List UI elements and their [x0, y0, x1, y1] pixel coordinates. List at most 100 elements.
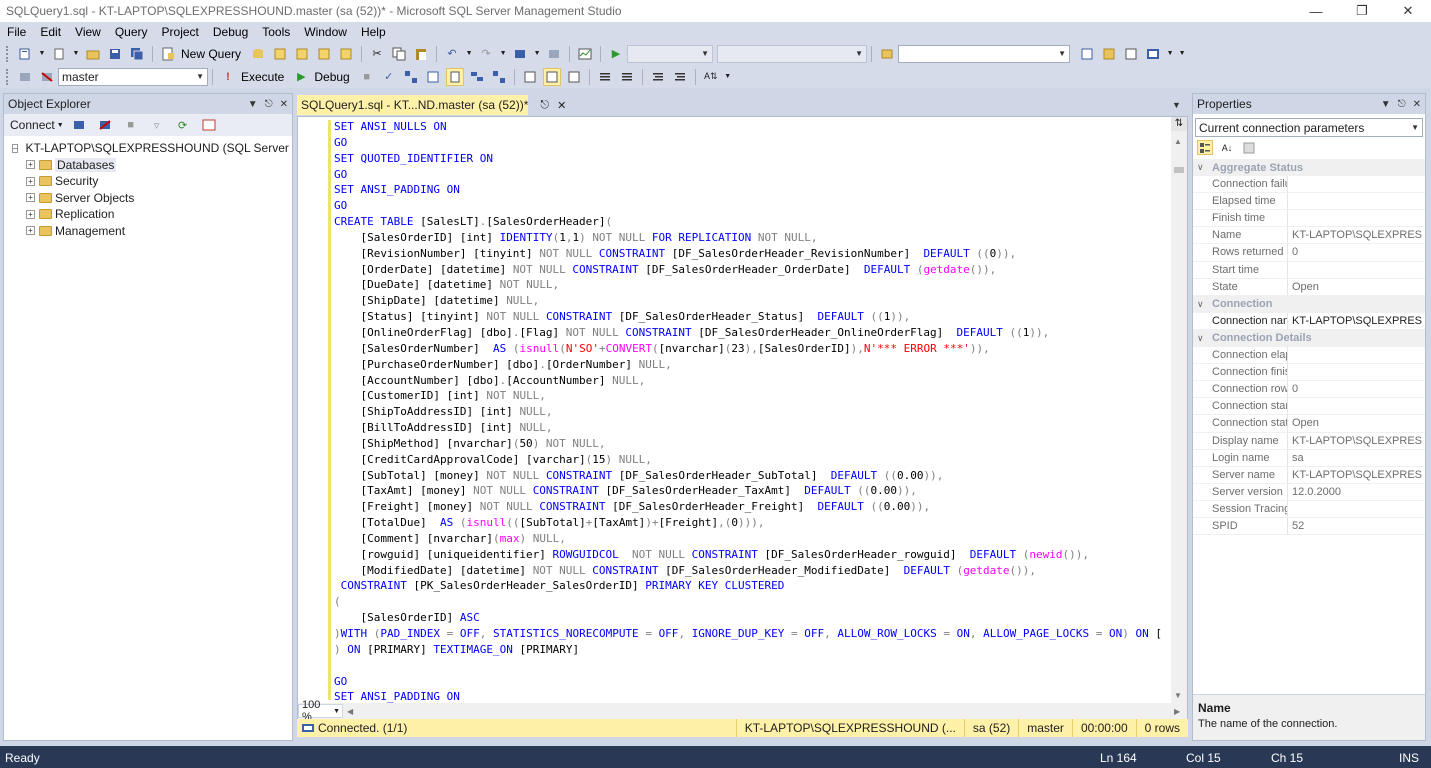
property-row[interactable]: Session Tracing ID [1193, 500, 1425, 518]
expand-icon[interactable]: + [26, 193, 35, 203]
template-explorer-icon[interactable] [1122, 45, 1140, 63]
filter-icon[interactable]: ▿ [148, 116, 166, 134]
stop-icon[interactable]: ■ [122, 116, 140, 134]
dropdown-arrow-icon[interactable]: ▼ [1166, 45, 1174, 63]
property-category[interactable]: ∨ Aggregate Status [1193, 159, 1425, 177]
query-options-icon[interactable] [445, 67, 464, 86]
collapse-category-icon[interactable]: ∨ [1197, 162, 1212, 173]
code-line[interactable]: [ShipToAddressID] [int] NULL, [334, 404, 1170, 420]
toolbar-grip[interactable] [6, 45, 10, 62]
new-file-icon[interactable] [50, 45, 68, 63]
undo-icon[interactable]: ↶ [443, 45, 461, 63]
display-estimated-plan-icon[interactable] [402, 68, 420, 86]
property-row[interactable]: Start time [1193, 261, 1425, 279]
include-actual-plan-icon[interactable] [490, 68, 508, 86]
minimize-icon[interactable]: — [1293, 0, 1339, 22]
uncomment-icon[interactable] [671, 68, 689, 86]
connect-object-explorer-icon[interactable] [70, 116, 88, 134]
tree-node-replication[interactable]: + Replication [4, 206, 292, 223]
tree-node-security[interactable]: + Security [4, 173, 292, 190]
new-project-icon[interactable] [16, 45, 34, 63]
close-panel-icon[interactable]: ✕ [1413, 99, 1421, 110]
code-line[interactable]: ) ON [PRIMARY] TEXTIMAGE_ON [PRIMARY] [334, 642, 1170, 658]
code-line[interactable]: [OnlineOrderFlag] [dbo].[Flag] NOT NULL … [334, 325, 1170, 341]
code-line[interactable]: SET ANSI_PADDING ON [334, 182, 1170, 198]
menu-tools[interactable]: Tools [255, 25, 297, 39]
code-line[interactable]: GO [334, 674, 1170, 690]
new-query-button[interactable]: New Query [181, 47, 241, 61]
connect-button[interactable]: Connect ▼ [10, 118, 64, 132]
property-row[interactable]: Login name sa [1193, 449, 1425, 467]
code-area[interactable]: SET ANSI_NULLS ON GO SET QUOTED_IDENTIFIER… [334, 119, 1170, 703]
code-line[interactable] [334, 658, 1170, 674]
panel-menu-icon[interactable]: ▼ [248, 99, 258, 110]
property-row[interactable]: Connection elapse [1193, 347, 1425, 365]
menu-help[interactable]: Help [354, 25, 393, 39]
refresh-icon[interactable]: ⟳ [174, 116, 192, 134]
tree-node-server-objects[interactable]: + Server Objects [4, 190, 292, 207]
code-line[interactable]: [AccountNumber] [dbo].[AccountNumber] NU… [334, 373, 1170, 389]
dropdown-arrow-icon[interactable]: ▼ [72, 45, 80, 63]
properties-window-icon[interactable] [1144, 45, 1162, 63]
debug-icon[interactable]: ▶ [292, 68, 310, 86]
code-line[interactable]: SET ANSI_PADDING ON [334, 689, 1170, 703]
registered-servers-icon[interactable] [1078, 45, 1096, 63]
redo-icon[interactable]: ↷ [477, 45, 495, 63]
tree-node-management[interactable]: + Management [4, 223, 292, 240]
menu-project[interactable]: Project [155, 25, 206, 39]
comment-out-icon[interactable] [649, 68, 667, 86]
code-line[interactable]: ( [334, 594, 1170, 610]
save-icon[interactable] [106, 45, 124, 63]
collapse-category-icon[interactable]: ∨ [1197, 299, 1212, 310]
code-line[interactable]: CONSTRAINT [PK_SalesOrderHeader_SalesOrd… [334, 578, 1170, 594]
property-row[interactable]: Rows returned 0 [1193, 244, 1425, 262]
tree-node-databases[interactable]: + Databases [4, 157, 292, 174]
scroll-right-icon[interactable]: ▶ [1174, 707, 1180, 716]
categorized-icon[interactable] [1197, 140, 1213, 155]
code-line[interactable]: [RevisionNumber] [tinyint] NOT NULL CONS… [334, 246, 1170, 262]
specify-template-values-icon[interactable]: A⇅ [702, 68, 720, 86]
code-line[interactable]: [TotalDue] AS (isnull(([SubTotal]+[TaxAm… [334, 515, 1170, 531]
code-line[interactable]: [ShipMethod] [nvarchar](50) NOT NULL, [334, 436, 1170, 452]
code-line[interactable]: [SalesOrderID] ASC [334, 610, 1170, 626]
navigate-backward-icon[interactable] [511, 45, 529, 63]
code-line[interactable]: [rowguid] [uniqueidentifier] ROWGUIDCOL … [334, 547, 1170, 563]
horizontal-scrollbar[interactable]: 100 % ▼ ◀ ▶ [298, 699, 1187, 723]
scroll-up-icon[interactable]: ▲ [1174, 137, 1182, 146]
expand-icon[interactable]: + [26, 176, 35, 186]
intellisense-icon[interactable] [468, 68, 486, 86]
property-row[interactable]: State Open [1193, 278, 1425, 296]
property-row[interactable]: Connection failure [1193, 176, 1425, 194]
dropdown-arrow-icon[interactable]: ▼ [465, 45, 473, 63]
find-in-files-icon[interactable] [878, 45, 896, 63]
restore-icon[interactable]: ❐ [1339, 0, 1385, 22]
code-line[interactable]: [PurchaseOrderNumber] [dbo].[OrderNumber… [334, 357, 1170, 373]
split-editor-icon[interactable]: ⇅ [1171, 117, 1187, 131]
paste-icon[interactable] [412, 45, 430, 63]
results-to-grid-icon[interactable] [596, 68, 614, 86]
find-input[interactable]: ▼ [898, 44, 1071, 63]
property-row[interactable]: Finish time [1193, 210, 1425, 228]
code-line[interactable]: [TaxAmt] [money] NOT NULL CONSTRAINT [DF… [334, 483, 1170, 499]
code-line[interactable]: GO [334, 167, 1170, 183]
properties-object-select[interactable]: Current connection parameters ▼ [1195, 118, 1423, 137]
property-row[interactable]: Name KT-LAPTOP\SQLEXPRES [1193, 227, 1425, 245]
close-panel-icon[interactable]: ✕ [280, 99, 288, 110]
pin-icon[interactable]: ⎋ [265, 99, 273, 110]
dax-query-icon[interactable] [337, 45, 355, 63]
dropdown-arrow-icon[interactable]: ▼ [499, 45, 507, 63]
copy-icon[interactable] [390, 45, 408, 63]
execute-icon[interactable]: ! [219, 68, 237, 86]
code-line[interactable]: [OrderDate] [datetime] NOT NULL CONSTRAI… [334, 262, 1170, 278]
menu-query[interactable]: Query [108, 25, 155, 39]
parse-icon[interactable]: ✓ [380, 68, 398, 86]
code-line[interactable]: [Status] [tinyint] NOT NULL CONSTRAINT [… [334, 309, 1170, 325]
code-line[interactable]: [SubTotal] [money] NOT NULL CONSTRAINT [… [334, 468, 1170, 484]
menu-window[interactable]: Window [297, 25, 354, 39]
menu-edit[interactable]: Edit [33, 25, 68, 39]
code-line[interactable]: [ModifiedDate] [datetime] NOT NULL CONST… [334, 563, 1170, 579]
live-query-stats-icon[interactable] [521, 68, 539, 86]
alphabetical-icon[interactable]: A↓ [1219, 140, 1235, 155]
expand-icon[interactable]: + [26, 226, 35, 236]
collapse-category-icon[interactable]: ∨ [1197, 333, 1212, 344]
